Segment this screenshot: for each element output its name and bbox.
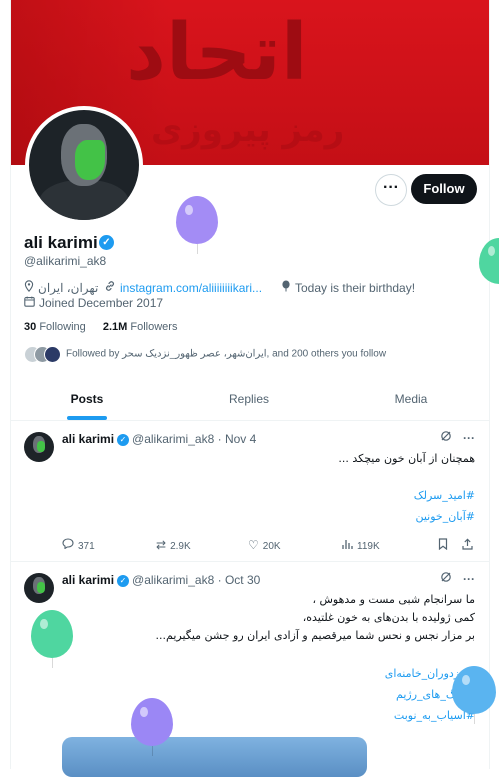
views-count: 119K [357, 541, 380, 552]
tweet-date[interactable]: Oct 30 [225, 573, 260, 587]
birthday-text: Today is their birthday! [295, 281, 416, 295]
like-button[interactable]: ♡ 20K [248, 538, 281, 552]
avatar-shoulders [39, 180, 129, 220]
hashtag-link[interactable]: #امید_سرلک [414, 489, 475, 502]
heart-icon: ♡ [248, 538, 259, 552]
link-icon [104, 280, 116, 295]
tab-media[interactable]: Media [373, 378, 449, 420]
tab-replies[interactable]: Replies [211, 378, 287, 420]
grok-icon[interactable] [440, 572, 452, 586]
tweet-tools: ··· [440, 430, 475, 445]
tweet-author-handle[interactable]: @alikarimi_ak8 [132, 573, 214, 587]
retweet-button[interactable]: ⇄ 2.9K [156, 538, 191, 552]
tweet-header: ali karimi ✓ @alikarimi_ak8 · Nov 4 [62, 432, 256, 446]
tweet-text-line: بر مزار نجس و نحس شما میرقصیم و آزادی ای… [155, 629, 475, 642]
followers-label: Followers [130, 321, 178, 333]
more-options-button[interactable]: ··· [375, 174, 407, 206]
followed-by-row[interactable]: Followed by ایران‌شهر، عصر ظهور_نزدیک سح… [24, 346, 387, 363]
followers-count: 2.1M [102, 321, 128, 333]
follow-stats: 30 Following 2.1M Followers [24, 321, 177, 333]
active-tab-indicator [67, 416, 107, 420]
location-text: تهران، ایران [38, 281, 99, 295]
following-label: Following [39, 321, 86, 333]
followers-link[interactable]: 2.1M Followers [103, 321, 178, 333]
birthday-meta: Today is their birthday! [281, 280, 415, 295]
follower-avatars [24, 346, 62, 363]
separator: · [217, 432, 222, 446]
follower-avatar [44, 346, 61, 363]
tweet-author-name[interactable]: ali karimi [62, 432, 114, 446]
banner-text-large: اتحاد [126, 8, 308, 98]
retweet-icon: ⇄ [156, 538, 167, 552]
birthday-balloon [176, 196, 218, 254]
birthday-balloon [131, 698, 173, 756]
separator: · [217, 573, 222, 587]
tweet[interactable]: ali karimi ✓ @alikarimi_ak8 · Oct 30 ··· م… [11, 562, 489, 777]
follow-button[interactable]: Follow [411, 174, 477, 204]
hashtag-link[interactable]: #آبان_خونین [415, 510, 475, 523]
reply-icon [62, 538, 74, 552]
following-count: 30 [24, 321, 37, 333]
tweet-author-handle[interactable]: @alikarimi_ak8 [132, 432, 214, 446]
avatar-green-paint [75, 140, 105, 180]
verified-badge-icon: ✓ [117, 433, 130, 446]
joined-meta: Joined December 2017 [24, 296, 163, 310]
birthday-balloon [452, 666, 496, 724]
tweet-text-line: ما سرانجام شبی مست و مدهوش ، [312, 593, 475, 606]
profile-page: اتحاد رمز پیروزی ··· Follow ali karimi ✓… [10, 0, 490, 777]
tweet-header: ali karimi ✓ @alikarimi_ak8 · Oct 30 [62, 573, 260, 587]
profile-name: ali karimi [24, 233, 98, 252]
like-count: 20K [262, 541, 281, 552]
grok-icon[interactable] [440, 431, 452, 445]
verified-badge-icon: ✓ [99, 235, 114, 250]
tweet-author-name[interactable]: ali karimi [62, 573, 114, 587]
share-icon[interactable] [462, 538, 473, 553]
birthday-balloon [31, 610, 73, 668]
tweet[interactable]: ali karimi ✓ @alikarimi_ak8 · Nov 4 ··· هم… [11, 421, 489, 562]
location-meta: تهران، ایران [24, 280, 98, 295]
reply-button[interactable]: 371 [62, 538, 95, 552]
calendar-icon [24, 296, 35, 310]
banner-text-small: رمز پیروزی [151, 110, 345, 150]
tweet-media-image[interactable] [62, 737, 367, 777]
website-meta[interactable]: instagram.com/aliiiiiiiikari... [104, 280, 262, 295]
reply-count: 371 [78, 541, 95, 552]
tweet-avatar[interactable] [24, 432, 54, 462]
profile-handle: @alikarimi_ak8 [24, 254, 107, 268]
balloon-icon [281, 280, 291, 295]
tweet-more-icon[interactable]: ··· [463, 431, 475, 445]
following-link[interactable]: 30 Following [24, 321, 86, 333]
joined-text: Joined December 2017 [39, 296, 164, 310]
location-pin-icon [24, 280, 34, 295]
views-button[interactable]: 119K [342, 538, 380, 552]
tweet-date[interactable]: Nov 4 [225, 432, 256, 446]
tweet-text-line: همچنان از آبان خون میچکد ... [338, 452, 475, 465]
tweet-avatar[interactable] [24, 573, 54, 603]
tweet-text-line: کمی ژولیده با بدن‌های به خون غلتیده، [302, 611, 475, 624]
tweet-more-icon[interactable]: ··· [463, 572, 475, 586]
followed-by-text: Followed by ایران‌شهر، عصر ظهور_نزدیک سح… [66, 348, 387, 360]
profile-tabs: Posts Replies Media [11, 378, 489, 421]
website-link[interactable]: instagram.com/aliiiiiiiikari... [120, 281, 262, 295]
verified-badge-icon: ✓ [117, 574, 130, 587]
views-icon [342, 538, 353, 552]
bookmark-icon[interactable] [438, 538, 448, 553]
tweet-tools: ··· [440, 571, 475, 586]
tab-posts[interactable]: Posts [51, 378, 123, 420]
retweet-count: 2.9K [170, 541, 191, 552]
profile-avatar[interactable] [25, 106, 143, 224]
